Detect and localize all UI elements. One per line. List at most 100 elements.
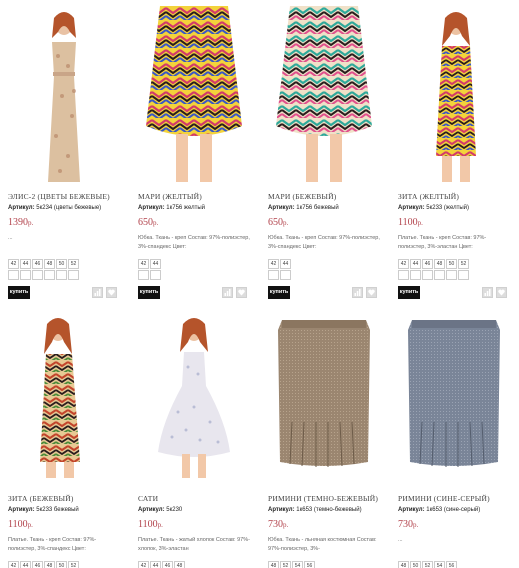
size-option[interactable]: 48	[44, 561, 55, 568]
quantity-input[interactable]	[422, 270, 433, 280]
size-option[interactable]: 48	[268, 561, 279, 568]
size-option[interactable]: 42	[398, 259, 409, 269]
product-photo[interactable]	[398, 6, 510, 182]
quantity-input[interactable]	[434, 270, 445, 280]
size-option[interactable]: 52	[68, 561, 79, 568]
size-option[interactable]: 50	[446, 259, 457, 269]
size-option[interactable]: 44	[150, 259, 161, 269]
buy-button[interactable]: купить	[8, 286, 30, 299]
size-option[interactable]: 52	[68, 259, 79, 269]
product-name[interactable]: МАРИ (ЖЕЛТЫЙ)	[138, 192, 262, 201]
size-option[interactable]: 46	[32, 259, 43, 269]
product-price: 730р.	[268, 519, 289, 530]
product-actions: купить	[138, 286, 250, 299]
size-option[interactable]: 52	[458, 259, 469, 269]
product-name[interactable]: ЭЛИС-2 (ЦВЕТЫ БЕЖЕВЫЕ)	[8, 192, 132, 201]
size-option[interactable]: 42	[138, 561, 149, 568]
heart-icon[interactable]	[366, 287, 377, 298]
product-price: 730р.	[398, 519, 419, 530]
product-sku: Артикул: 1к653 (сине-серый)	[398, 507, 481, 513]
product-actions: купить	[398, 286, 510, 299]
size-option[interactable]: 48	[434, 259, 445, 269]
size-option[interactable]: 52	[422, 561, 433, 568]
quantity-input[interactable]	[268, 270, 279, 280]
size-option[interactable]: 56	[446, 561, 457, 568]
product-name[interactable]: САТИ	[138, 494, 262, 503]
product-card: ЭЛИС-2 (ЦВЕТЫ БЕЖЕВЫЕ) Артикул: 5к234 (ц…	[8, 6, 132, 299]
quantity-input[interactable]	[68, 270, 79, 280]
buy-button[interactable]: купить	[398, 286, 420, 299]
quantity-input[interactable]	[32, 270, 43, 280]
product-name[interactable]: РИМИНИ (СИНЕ-СЕРЫЙ)	[398, 494, 519, 503]
quantity-input[interactable]	[56, 270, 67, 280]
product-name[interactable]: МАРИ (БЕЖЕВЫЙ)	[268, 192, 392, 201]
size-option[interactable]: 46	[422, 259, 433, 269]
product-name[interactable]: ЗИТА (БЕЖЕВЫЙ)	[8, 494, 132, 503]
size-selector: 42 44 46 48 50 52	[398, 259, 469, 280]
product-sku: Артикул: 1к756 желтый	[138, 205, 206, 211]
heart-icon[interactable]	[236, 287, 247, 298]
quantity-input[interactable]	[410, 270, 421, 280]
heart-icon[interactable]	[106, 287, 117, 298]
product-photo[interactable]	[268, 312, 380, 478]
buy-button[interactable]: купить	[138, 286, 160, 299]
product-price: 650р.	[138, 217, 159, 228]
bar-chart-icon[interactable]	[352, 287, 363, 298]
size-option[interactable]: 44	[280, 259, 291, 269]
product-sku: Артикул: 5к230	[138, 507, 183, 513]
size-option[interactable]: 42	[8, 259, 19, 269]
buy-button[interactable]: купить	[268, 286, 290, 299]
size-option[interactable]: 46	[32, 561, 43, 568]
product-price: 650р.	[268, 217, 289, 228]
product-price: 1100р.	[8, 519, 33, 530]
product-photo[interactable]	[138, 312, 250, 478]
product-photo[interactable]	[138, 6, 250, 182]
product-photo[interactable]	[8, 312, 120, 478]
size-option[interactable]: 48	[174, 561, 185, 568]
product-photo[interactable]	[8, 6, 120, 182]
quantity-input[interactable]	[280, 270, 291, 280]
product-name[interactable]: ЗИТА (ЖЕЛТЫЙ)	[398, 192, 519, 201]
size-option[interactable]: 44	[20, 259, 31, 269]
size-option[interactable]: 46	[162, 561, 173, 568]
size-option[interactable]: 44	[150, 561, 161, 568]
product-sku: Артикул: 1к756 бежевый	[268, 205, 339, 211]
quantity-input[interactable]	[20, 270, 31, 280]
product-description: Платье. Ткань - креп Состав: 97%-полиэст…	[8, 537, 97, 552]
size-option[interactable]: 42	[268, 259, 279, 269]
quantity-input[interactable]	[44, 270, 55, 280]
product-photo[interactable]	[398, 312, 510, 478]
heart-icon[interactable]	[496, 287, 507, 298]
size-option[interactable]: 54	[434, 561, 445, 568]
product-photo[interactable]	[268, 6, 380, 182]
product-price: 1100р.	[398, 217, 423, 228]
quantity-input[interactable]	[446, 270, 457, 280]
quantity-input[interactable]	[150, 270, 161, 280]
quantity-input[interactable]	[398, 270, 409, 280]
product-grid: ЭЛИС-2 (ЦВЕТЫ БЕЖЕВЫЕ) Артикул: 5к234 (ц…	[0, 0, 519, 568]
quantity-input[interactable]	[138, 270, 149, 280]
size-option[interactable]: 50	[56, 561, 67, 568]
size-option[interactable]: 48	[44, 259, 55, 269]
bar-chart-icon[interactable]	[482, 287, 493, 298]
size-selector: 48 50 52 54 56	[398, 561, 457, 568]
product-actions: купить	[8, 286, 120, 299]
product-description: Юбка. Ткань - льняная костюмная Состав: …	[268, 537, 377, 552]
size-option[interactable]: 44	[20, 561, 31, 568]
size-option[interactable]: 48	[398, 561, 409, 568]
quantity-input[interactable]	[458, 270, 469, 280]
size-option[interactable]: 50	[410, 561, 421, 568]
size-selector: 42 44 46 48 50 52	[8, 259, 79, 280]
bar-chart-icon[interactable]	[222, 287, 233, 298]
size-option[interactable]: 42	[138, 259, 149, 269]
size-option[interactable]: 42	[8, 561, 19, 568]
quantity-input[interactable]	[8, 270, 19, 280]
product-card: МАРИ (ЖЕЛТЫЙ) Артикул: 1к756 желтый 650р…	[138, 6, 262, 299]
size-option[interactable]: 52	[280, 561, 291, 568]
product-name[interactable]: РИМИНИ (ТЕМНО-БЕЖЕВЫЙ)	[268, 494, 392, 503]
size-option[interactable]: 54	[292, 561, 303, 568]
size-option[interactable]: 56	[304, 561, 315, 568]
size-option[interactable]: 50	[56, 259, 67, 269]
bar-chart-icon[interactable]	[92, 287, 103, 298]
size-option[interactable]: 44	[410, 259, 421, 269]
